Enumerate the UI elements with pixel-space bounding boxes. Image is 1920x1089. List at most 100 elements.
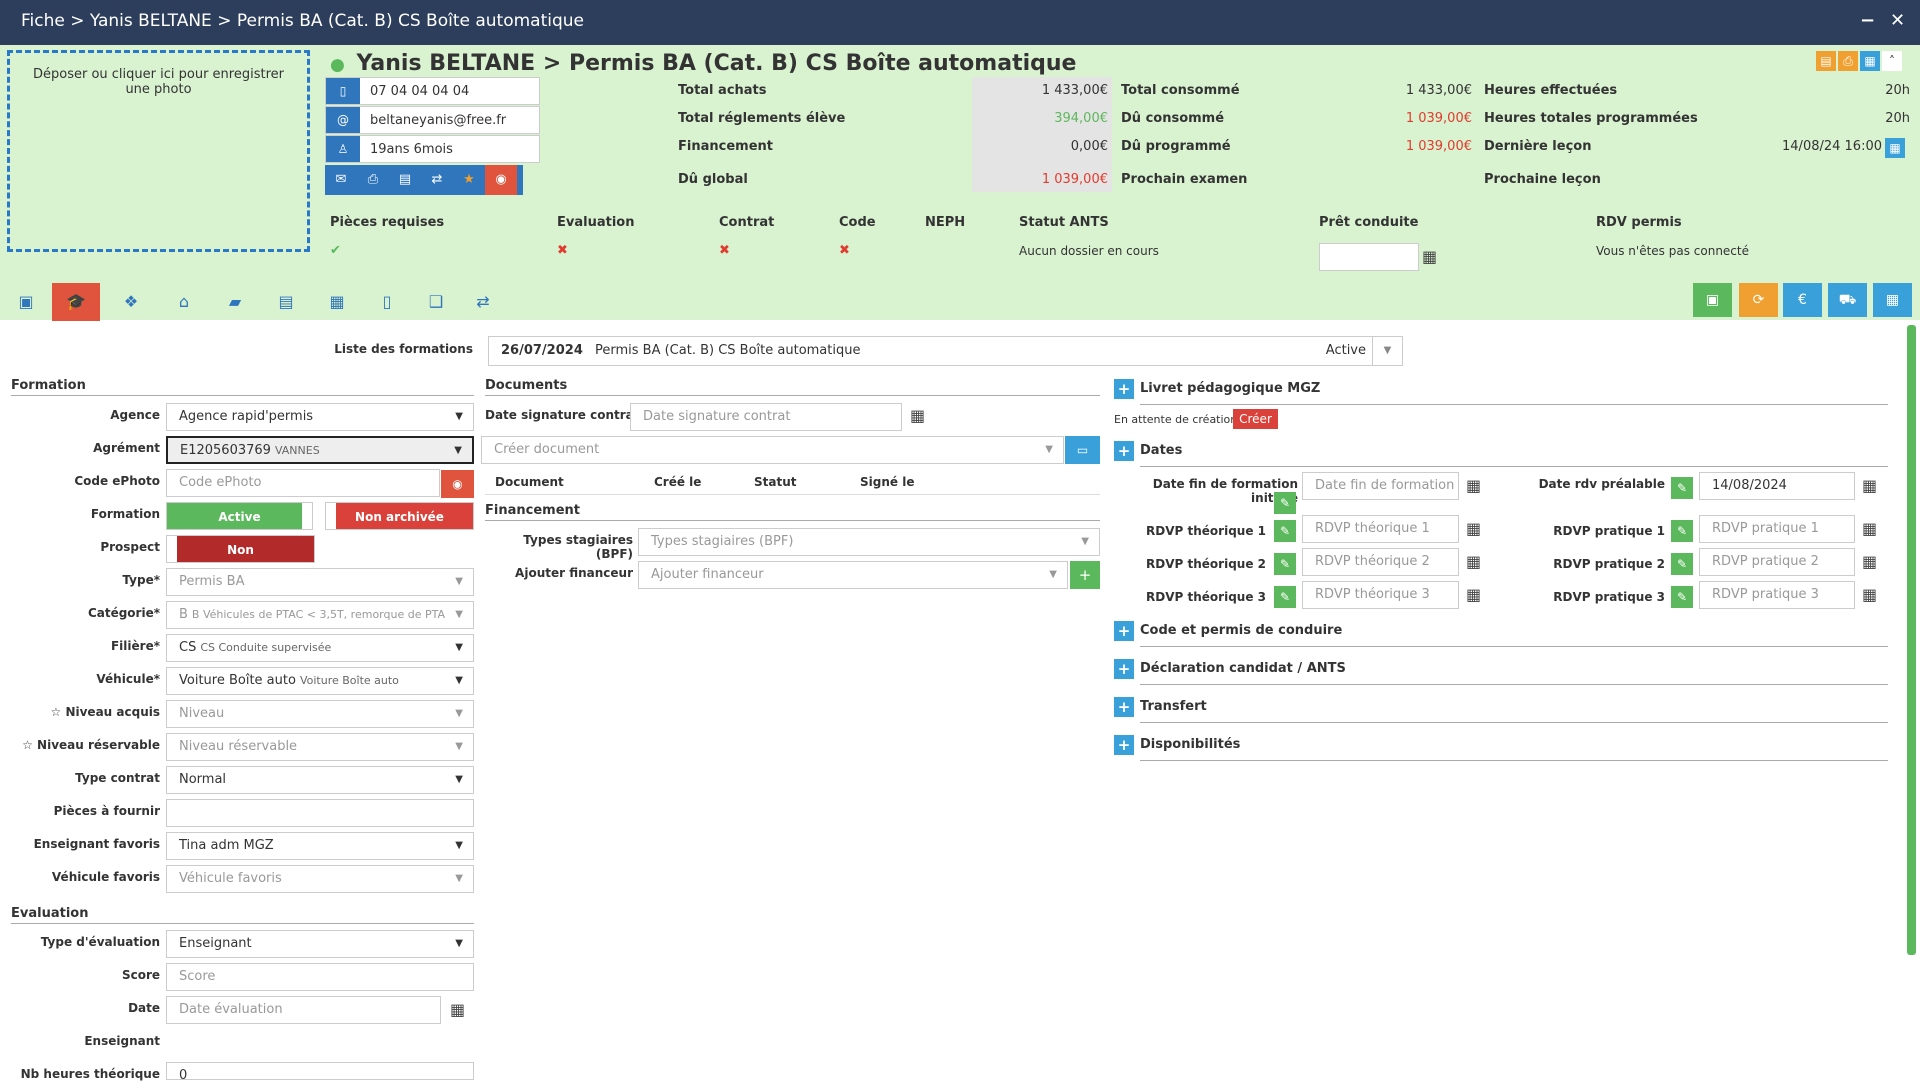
tab-products[interactable]: ❖ [107, 283, 155, 321]
chevron-down-icon[interactable]: ▼ [1372, 337, 1402, 365]
retweet-icon[interactable]: ⇄ [421, 165, 453, 195]
pencil-icon[interactable]: ✎ [1274, 553, 1296, 575]
pencil-icon[interactable]: ✎ [1274, 492, 1296, 514]
tab-reading[interactable]: ❑ [412, 283, 460, 321]
expand-icon[interactable]: + [1114, 735, 1134, 755]
creer-button[interactable]: Créer [1233, 409, 1278, 429]
filiere-select[interactable]: CS CS Conduite supervisée ▼ [166, 634, 474, 662]
archive-toggle[interactable]: Non archivée [325, 502, 474, 530]
rdvp-pratique-3-input[interactable]: RDVP pratique 3 [1699, 581, 1855, 609]
vehicule-select[interactable]: Voiture Boîte auto Voiture Boîte auto ▼ [166, 667, 474, 695]
camera-icon[interactable]: ◉ [441, 470, 474, 498]
enseignant-favoris-select[interactable]: Tina adm MGZ ▼ [166, 832, 474, 860]
score-input[interactable]: Score [166, 963, 474, 991]
declaration-section-title[interactable]: Déclaration candidat / ANTS [1140, 661, 1888, 685]
niveau-reservable-select[interactable]: Niveau réservable ▼ [166, 733, 474, 761]
rdvp-pratique-1-input[interactable]: RDVP pratique 1 [1699, 515, 1855, 543]
transfert-section-title[interactable]: Transfert [1140, 699, 1888, 723]
star-icon[interactable]: ★ [453, 165, 485, 195]
pencil-icon[interactable]: ✎ [1671, 477, 1693, 499]
niveau-acquis-select[interactable]: Niveau ▼ [166, 700, 474, 728]
tab-formation[interactable]: 🎓 [52, 283, 100, 321]
code-permis-section-title[interactable]: Code et permis de conduire [1140, 623, 1888, 647]
refresh-button[interactable]: ⟳ [1739, 283, 1778, 317]
active-toggle[interactable]: Active [166, 502, 313, 530]
clipboard-icon[interactable]: ▤ [1816, 51, 1836, 71]
dates-section-title[interactable]: Dates [1140, 443, 1888, 467]
livret-section-title[interactable]: Livret pédagogique MGZ [1140, 381, 1888, 405]
scrollbar[interactable] [1907, 325, 1916, 955]
agrement-select[interactable]: E1205603769 VANNES ▼ [166, 436, 474, 464]
tab-id-card[interactable]: ▤ [262, 283, 310, 321]
type-contrat-select[interactable]: Normal ▼ [166, 766, 474, 794]
rdvp-theorique-2-input[interactable]: RDVP théorique 2 [1302, 548, 1459, 576]
disponibilites-section-title[interactable]: Disponibilités [1140, 737, 1888, 761]
expand-icon[interactable]: + [1114, 621, 1134, 641]
agence-select[interactable]: Agence rapid'permis ▼ [166, 403, 474, 431]
tab-bank[interactable]: ⌂ [160, 283, 208, 321]
calendar-icon[interactable]: ▦ [910, 406, 925, 425]
camera-icon[interactable]: ◉ [485, 165, 517, 195]
euro-button[interactable]: € [1783, 283, 1822, 317]
date-fin-input[interactable]: Date fin de formation [1302, 472, 1459, 500]
categorie-select[interactable]: BB Véhicules de PTAC < 3,5T, remorque de… [166, 601, 474, 629]
types-stagiaires-select[interactable]: Types stagiaires (BPF) ▼ [638, 528, 1100, 556]
calendar-icon[interactable]: ▦ [1860, 51, 1880, 71]
calendar-icon[interactable]: ▦ [1466, 476, 1481, 495]
expand-icon[interactable]: + [1114, 379, 1134, 399]
date-evaluation-input[interactable]: Date évaluation [166, 996, 441, 1024]
pencil-icon[interactable]: ✎ [1671, 520, 1693, 542]
rdvp-theorique-1-input[interactable]: RDVP théorique 1 [1302, 515, 1459, 543]
expand-icon[interactable]: + [1114, 659, 1134, 679]
calendar-icon[interactable]: ▦ [1466, 585, 1481, 604]
pencil-icon[interactable]: ✎ [1274, 586, 1296, 608]
formation-select[interactable]: 26/07/2024 Permis BA (Cat. B) CS Boîte a… [488, 336, 1403, 366]
prospect-toggle[interactable]: Non [166, 535, 315, 563]
minimize-button[interactable]: − [1860, 10, 1875, 31]
calendar-icon[interactable]: ▦ [450, 1000, 465, 1019]
pret-conduite-input[interactable] [1319, 243, 1419, 271]
expand-icon[interactable]: + [1114, 697, 1134, 717]
type-select[interactable]: Permis BA ▼ [166, 568, 474, 596]
calendar-icon[interactable]: ▦ [1466, 552, 1481, 571]
collapse-icon[interactable]: ˄ [1882, 51, 1902, 71]
date-signature-input[interactable]: Date signature contrat [630, 403, 902, 431]
photo-dropzone[interactable]: Déposer ou cliquer ici pour enregistrer … [7, 50, 310, 252]
calendar-button[interactable]: ▦ [1873, 283, 1912, 317]
calendar-icon[interactable]: ▦ [1862, 519, 1877, 538]
type-evaluation-select[interactable]: Enseignant ▼ [166, 930, 474, 958]
close-button[interactable]: ✕ [1890, 10, 1905, 31]
rdvp-pratique-2-input[interactable]: RDVP pratique 2 [1699, 548, 1855, 576]
ephoto-input[interactable]: Code ePhoto [166, 469, 440, 497]
calendar-icon[interactable]: ▦ [1862, 585, 1877, 604]
calendar-icon[interactable]: ▦ [1862, 552, 1877, 571]
calendar-icon[interactable]: ▦ [1862, 476, 1877, 495]
pencil-icon[interactable]: ✎ [1274, 520, 1296, 542]
clipboard-icon[interactable]: ▤ [389, 165, 421, 195]
creer-document-select[interactable]: Créer document ▼ [481, 436, 1064, 464]
add-icon[interactable]: + [1070, 561, 1100, 589]
nb-heures-input[interactable]: 0 [166, 1062, 474, 1083]
vehicule-favoris-select[interactable]: Véhicule favoris ▼ [166, 865, 474, 893]
tab-document[interactable]: ▯ [363, 283, 411, 321]
ajouter-financeur-select[interactable]: Ajouter financeur ▼ [638, 561, 1068, 589]
save-button[interactable]: ▣ [1693, 283, 1732, 317]
cart-button[interactable]: ⛟ [1828, 283, 1867, 317]
calendar-icon[interactable]: ▦ [1466, 519, 1481, 538]
rdvp-theorique-3-input[interactable]: RDVP théorique 3 [1302, 581, 1459, 609]
print-icon[interactable]: ⎙ [357, 165, 389, 195]
tab-contact[interactable]: ▣ [2, 283, 50, 321]
print-icon[interactable]: ⎙ [1838, 51, 1858, 71]
tab-transfer[interactable]: ⇄ [459, 283, 507, 321]
rdv-prealable-input[interactable]: 14/08/2024 [1699, 472, 1855, 500]
tab-calendar[interactable]: ▦ [313, 283, 361, 321]
expand-icon[interactable]: + [1114, 441, 1134, 461]
pencil-icon[interactable]: ✎ [1671, 586, 1693, 608]
calendar-icon[interactable]: ▦ [1422, 247, 1437, 266]
mail-icon[interactable]: ✉ [325, 165, 357, 195]
folder-icon[interactable]: ▭ [1065, 436, 1100, 464]
pencil-icon[interactable]: ✎ [1671, 553, 1693, 575]
tab-book[interactable]: ▰ [211, 283, 259, 321]
pieces-fournir-input[interactable] [166, 799, 474, 827]
calendar-icon[interactable]: ▦ [1885, 138, 1905, 158]
